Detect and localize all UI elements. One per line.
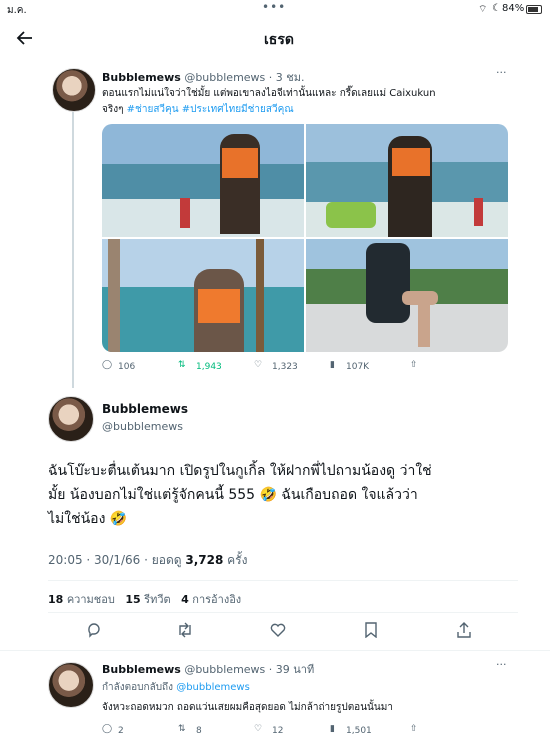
author-name[interactable]: Bubblemews [102,402,188,416]
reply-icon[interactable] [86,622,102,638]
tweet-text-line2: จริงๆ #ช่ายสวีคุน #ประเทศไทยมีช่ายสวีคุณ [102,104,294,115]
status-bar: ม.ค. ••• ⌔ ☾ 84% [0,0,550,18]
beach-photo-3[interactable] [102,239,304,352]
reply-tweet[interactable]: Bubblemews @bubblemews · 39 นาที ··· กำล… [0,654,550,746]
wifi-icon: ⌔ [478,4,488,15]
back-arrow-icon[interactable] [16,29,34,47]
share-icon[interactable]: ⇧ [410,724,418,734]
page-title: เธรด [264,32,294,48]
first-tweet[interactable]: Bubblemews @bubblemews · 3 ชม. ··· ตอนแร… [0,62,550,380]
share-icon[interactable]: ⇧ [410,360,418,370]
author-handle[interactable]: @bubblemews [184,71,265,84]
likes-stat[interactable]: 18 ความชอบ [48,593,115,606]
like-count: 12 [272,726,284,736]
avatar[interactable] [48,396,94,442]
views-count: 3,728 [185,553,224,567]
share-icon[interactable] [456,622,472,638]
avatar[interactable] [52,68,96,112]
hashtag-link[interactable]: #ช่ายสวีคุน [127,104,179,115]
divider [48,580,518,581]
bookmark-icon[interactable] [364,622,378,638]
battery-icon [526,5,542,14]
action-bar: ◯ 106 ⇅ 1,943 ♡ 1,323 ▮ 107K ⇧ [102,360,502,376]
hashtag-link[interactable]: #ประเทศไทยมีช่ายสวีคุณ [182,104,294,115]
author-name[interactable]: Bubblemews [102,663,181,676]
main-tweet: Bubblemews @bubblemews ฉันโบ๊ะบะตื่นเต้น… [0,388,550,648]
like-count: 1,323 [272,362,298,372]
more-options-icon[interactable]: ··· [496,66,507,79]
views-icon[interactable]: ▮ [330,724,335,734]
avatar[interactable] [48,662,94,708]
divider [48,612,518,613]
more-options-icon[interactable]: ··· [496,658,507,671]
status-battery: 84% [502,3,525,14]
beach-photo-1[interactable] [102,124,304,237]
tweet-time[interactable]: · 3 ชม. [269,71,305,84]
tweet-text-line3: ไม่ใช่น้อง 🤣 [48,511,128,527]
quotes-stat[interactable]: 4 การอ้างอิง [181,593,241,606]
tweet-text: จังหวะถอดหมวก ถอดแว่นเสยผมคือสุดยอด ไม่ก… [102,702,393,713]
engagement-stats: 18 ความชอบ 15 รีทวีต 4 การอ้างอิง [48,590,241,608]
status-time: ม.ค. [7,5,27,16]
like-icon[interactable] [270,622,286,638]
like-icon[interactable]: ♡ [254,724,262,734]
reply-count: 2 [118,726,124,736]
author-name[interactable]: Bubblemews [102,71,181,84]
tweet-text-line2: มั้ย น้องบอกไม่ใช่แต่รู้จักคนนี้ 555 🤣 ฉ… [48,487,418,503]
boat-photo[interactable] [306,239,508,352]
views-count: 107K [346,362,370,372]
beach-photo-2[interactable] [306,124,508,237]
top-bar: เธรด [0,18,550,60]
retweet-count: 8 [196,726,202,736]
like-icon[interactable]: ♡ [254,360,262,370]
retweets-stat[interactable]: 15 รีทวีต [125,593,170,606]
author-handle[interactable]: @bubblemews [184,663,265,676]
retweet-icon[interactable] [176,622,194,638]
views-icon[interactable]: ▮ [330,360,335,370]
views-count: 1,501 [346,726,372,736]
tweet-time[interactable]: · 39 นาที [269,663,314,676]
retweet-icon[interactable]: ⇅ [178,724,186,734]
author-handle[interactable]: @bubblemews [102,420,183,433]
moon-icon: ☾ [492,3,501,14]
retweet-icon[interactable]: ⇅ [178,360,186,370]
tweet-header: Bubblemews @bubblemews · 3 ชม. [102,68,304,86]
photo-grid[interactable] [102,124,508,352]
action-bar: ◯ 2 ⇅ 8 ♡ 12 ▮ 1,501 ⇧ [102,724,502,740]
more-dots-icon: ••• [262,0,287,14]
tweet-text-line1: ฉันโบ๊ะบะตื่นเต้นมาก เปิดรูปในกูเกิ้ล ให… [48,463,432,479]
reply-icon[interactable]: ◯ [102,360,112,370]
replying-to: กำลังตอบกลับถึง @bubblemews [102,682,250,693]
tweet-meta: 20:05 · 30/1/66 · ยอดดู 3,728 ครั้ง [48,553,248,567]
retweet-count: 1,943 [196,362,222,372]
tweet-text-line1: ตอนแรกไม่แน่ใจว่าใช่มั้ย แต่พอเขาลงไอจีเ… [102,88,436,99]
tweet-header: Bubblemews @bubblemews · 39 นาที [102,660,314,678]
reply-count: 106 [118,362,136,372]
divider [0,650,550,651]
main-action-bar [48,620,518,642]
reply-icon[interactable]: ◯ [102,724,112,734]
mention-link[interactable]: @bubblemews [176,682,250,693]
